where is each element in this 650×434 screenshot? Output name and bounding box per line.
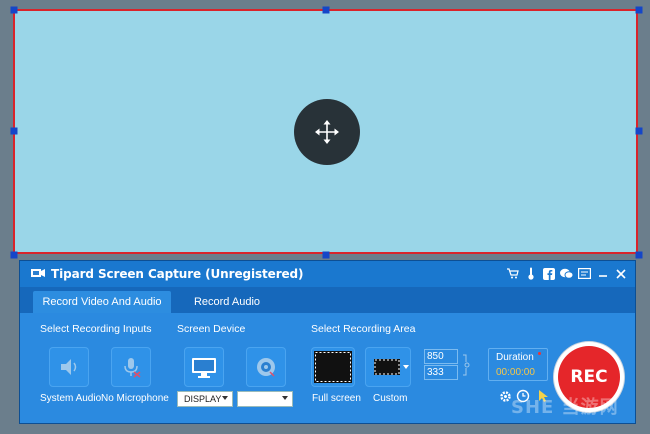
tab-record-video-audio[interactable]: Record Video And Audio <box>33 291 171 313</box>
resize-handle-top-left[interactable] <box>10 6 18 14</box>
system-audio-label: System Audio <box>40 393 102 404</box>
display-select[interactable]: DISPLAY <box>177 391 233 407</box>
resize-handle-bottom-right[interactable] <box>635 251 643 259</box>
webcam-icon <box>257 358 275 377</box>
minimize-icon[interactable] <box>594 265 611 282</box>
tab-record-audio[interactable]: Record Audio <box>190 291 264 313</box>
facebook-icon[interactable] <box>540 265 557 282</box>
chat-icon[interactable] <box>558 265 575 282</box>
width-field[interactable] <box>424 349 458 364</box>
resize-handle-right[interactable] <box>635 127 643 135</box>
display-select-value: DISPLAY <box>184 394 222 404</box>
custom-area-button[interactable] <box>365 347 411 387</box>
cart-icon[interactable] <box>504 265 521 282</box>
duration-label: Duration <box>496 352 534 363</box>
resize-handle-bottom-left[interactable] <box>10 251 18 259</box>
full-screen-label: Full screen <box>312 393 361 404</box>
window-title: Tipard Screen Capture (Unregistered) <box>51 267 304 281</box>
height-field[interactable] <box>424 365 458 380</box>
recording-area-heading: Select Recording Area <box>311 323 416 335</box>
tab-bar: Record Video And Audio Record Audio <box>20 287 635 313</box>
recording-inputs-heading: Select Recording Inputs <box>40 323 152 335</box>
close-icon[interactable] <box>612 265 629 282</box>
display-button[interactable] <box>184 347 224 387</box>
screen-device-heading: Screen Device <box>177 323 246 335</box>
custom-area-icon <box>374 359 400 375</box>
system-audio-button[interactable] <box>49 347 89 387</box>
chevron-down-icon <box>282 396 288 400</box>
chevron-down-icon <box>403 365 409 369</box>
camera-select[interactable] <box>237 391 293 407</box>
feedback-icon[interactable] <box>576 265 593 282</box>
link-aspect-icon[interactable] <box>462 353 470 377</box>
recording-dot-icon <box>538 352 541 355</box>
microphone-muted-icon <box>124 358 141 378</box>
app-logo-icon <box>31 269 45 277</box>
microphone-button[interactable] <box>111 347 151 387</box>
resize-handle-top[interactable] <box>322 6 330 14</box>
duration-time: 00:00:00 <box>496 367 535 378</box>
settings-gear-icon[interactable] <box>498 389 512 403</box>
resize-handle-left[interactable] <box>10 127 18 135</box>
speaker-icon <box>61 359 77 375</box>
watermark: SHE 当游网 <box>511 397 619 418</box>
full-screen-button[interactable] <box>311 347 355 387</box>
full-screen-icon <box>314 351 352 383</box>
move-arrows-icon <box>315 120 339 144</box>
resize-handle-bottom[interactable] <box>322 251 330 259</box>
no-microphone-label: No Microphone <box>101 393 169 404</box>
resize-handle-top-right[interactable] <box>635 6 643 14</box>
duration-box: Duration 00:00:00 <box>488 348 548 381</box>
title-bar[interactable]: Tipard Screen Capture (Unregistered) <box>20 261 635 287</box>
move-region-button[interactable] <box>294 99 360 165</box>
webcam-button[interactable] <box>246 347 286 387</box>
custom-label: Custom <box>373 393 408 404</box>
chevron-down-icon <box>222 396 228 400</box>
monitor-icon <box>192 358 216 378</box>
thermometer-icon[interactable] <box>522 265 539 282</box>
